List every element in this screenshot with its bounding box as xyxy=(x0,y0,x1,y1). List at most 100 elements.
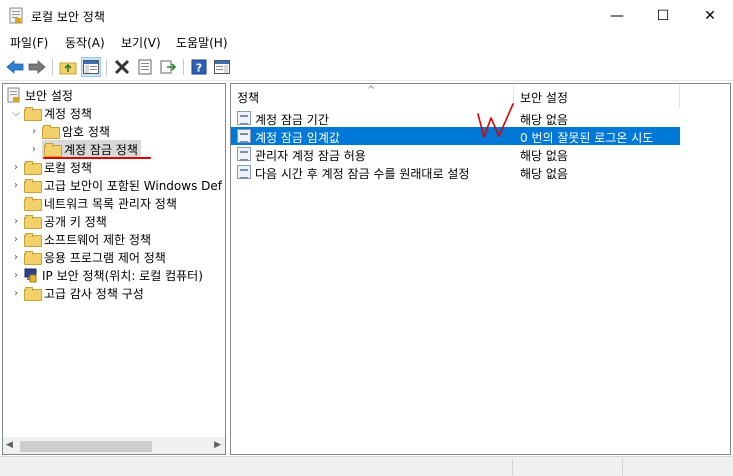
tree-item-label: 소프트웨어 제한 정책 xyxy=(44,232,151,247)
tree-item-software-restriction[interactable]: › 소프트웨어 제한 정책 xyxy=(11,230,151,248)
tree-item-public-key-policy[interactable]: › 공개 키 정책 xyxy=(11,212,107,230)
tree-item-label: 네트워크 목록 관리자 정책 xyxy=(44,196,177,211)
folder-icon xyxy=(24,233,42,247)
policy-setting-icon xyxy=(237,147,251,161)
folder-icon xyxy=(44,143,62,157)
tree-item-label: 공개 키 정책 xyxy=(44,214,107,229)
title-bar[interactable]: 로컬 보안 정책 — ☐ ✕ xyxy=(0,0,733,31)
security-settings-icon xyxy=(7,87,20,103)
sort-ascending-icon: ^ xyxy=(367,85,376,96)
menu-view[interactable]: 보기(V) xyxy=(121,34,161,51)
security-policy-app-icon xyxy=(9,7,23,24)
minimize-button[interactable]: — xyxy=(594,0,640,31)
folder-icon xyxy=(24,215,42,229)
list-row-admin-lockout[interactable]: 관리자 계정 잠금 허용 해당 없음 xyxy=(231,145,730,163)
folder-open-icon xyxy=(24,107,42,121)
back-arrow-icon[interactable] xyxy=(5,57,25,77)
chevron-down-icon[interactable]: ⌵ xyxy=(11,108,21,119)
chevron-right-icon[interactable]: › xyxy=(11,216,21,227)
scroll-left-arrow-icon[interactable]: ◀ xyxy=(6,440,13,450)
close-button[interactable]: ✕ xyxy=(687,0,733,31)
ip-security-computer-icon xyxy=(24,268,37,283)
tree-root-security-settings[interactable]: 보안 설정 xyxy=(7,86,73,104)
action-pane-icon[interactable] xyxy=(212,57,232,77)
chevron-right-icon[interactable]: › xyxy=(11,162,21,173)
policy-value: 해당 없음 xyxy=(520,149,568,163)
tree-root-label: 보안 설정 xyxy=(25,88,73,103)
help-icon[interactable]: ? xyxy=(189,57,209,77)
policy-setting-icon xyxy=(237,165,251,179)
properties-icon[interactable] xyxy=(135,57,155,77)
policy-name: 다음 시간 후 계정 잠금 수를 원래대로 설정 xyxy=(255,167,470,181)
chevron-right-icon[interactable]: › xyxy=(29,144,39,155)
menu-file[interactable]: 파일(F) xyxy=(10,34,48,51)
chevron-right-icon[interactable]: › xyxy=(11,180,21,191)
toolbar-separator xyxy=(183,59,184,75)
folder-icon xyxy=(24,179,42,193)
column-divider[interactable] xyxy=(679,84,680,108)
maximize-button[interactable]: ☐ xyxy=(640,0,686,31)
policy-value: 해당 없음 xyxy=(520,113,568,127)
list-row-lockout-threshold[interactable]: 계정 잠금 임계값 0 번의 잘못된 로그온 시도 xyxy=(231,127,680,145)
tree-item-account-lockout-policy[interactable]: › 계정 잠금 정책 xyxy=(29,140,141,158)
menu-action[interactable]: 동작(A) xyxy=(65,34,105,51)
chevron-right-icon[interactable]: › xyxy=(11,252,21,263)
chevron-right-icon[interactable]: › xyxy=(11,288,21,299)
menu-bar: 파일(F) 동작(A) 보기(V) 도움말(H) xyxy=(0,31,733,53)
tree-item-network-list-manager[interactable]: 네트워크 목록 관리자 정책 xyxy=(11,194,177,212)
status-bar xyxy=(0,456,733,476)
details-pane[interactable]: ^ 정책 보안 설정 계정 잠금 기간 해당 없음 계정 잠금 임계값 0 번의… xyxy=(230,83,731,455)
tree-item-account-policy[interactable]: ⌵ 계정 정책 xyxy=(11,104,92,122)
tree-item-label: 계정 정책 xyxy=(44,106,92,121)
svg-text:?: ? xyxy=(196,62,202,75)
up-folder-icon[interactable] xyxy=(58,57,78,77)
folder-icon xyxy=(24,161,42,175)
delete-x-icon[interactable] xyxy=(112,57,132,77)
tree-item-local-policy[interactable]: › 로컬 정책 xyxy=(11,158,92,176)
status-segment xyxy=(622,459,733,475)
tree-item-label: 암호 정책 xyxy=(62,124,110,139)
policy-setting-icon xyxy=(237,111,251,125)
chevron-right-icon[interactable]: › xyxy=(11,234,21,245)
tree-item-password-policy[interactable]: › 암호 정책 xyxy=(29,122,110,140)
menu-help[interactable]: 도움말(H) xyxy=(176,34,228,51)
forward-arrow-icon[interactable] xyxy=(27,57,47,77)
tree-item-label: 응용 프로그램 제어 정책 xyxy=(44,250,166,265)
policy-name: 계정 잠금 기간 xyxy=(255,113,329,127)
export-list-icon[interactable] xyxy=(158,57,178,77)
scroll-right-arrow-icon[interactable]: ▶ xyxy=(214,440,221,450)
policy-name: 관리자 계정 잠금 허용 xyxy=(255,149,366,163)
column-header-security-setting[interactable]: 보안 설정 xyxy=(520,89,568,106)
console-tree-pane[interactable]: 보안 설정 ⌵ 계정 정책 › 암호 정책 › 계정 잠금 정책 › 로컬 정책… xyxy=(2,83,226,455)
tree-item-label: 고급 보안이 포함된 Windows Def xyxy=(44,178,222,193)
tree-item-windows-defender-firewall[interactable]: › 고급 보안이 포함된 Windows Def xyxy=(11,176,222,194)
scrollbar-thumb[interactable] xyxy=(20,441,152,452)
folder-icon xyxy=(24,251,42,265)
folder-icon xyxy=(24,287,42,301)
list-row-reset-lockout-counter[interactable]: 다음 시간 후 계정 잠금 수를 원래대로 설정 해당 없음 xyxy=(231,163,730,181)
folder-icon xyxy=(42,125,60,139)
folder-icon xyxy=(24,197,42,211)
red-checkmark-annotation xyxy=(477,103,514,138)
horizontal-scrollbar[interactable]: ◀ ▶ xyxy=(3,437,225,454)
tree-item-application-control[interactable]: › 응용 프로그램 제어 정책 xyxy=(11,248,166,266)
toolbar-separator xyxy=(52,59,53,75)
window-title: 로컬 보안 정책 xyxy=(31,10,105,24)
toolbar: ? xyxy=(0,53,733,81)
status-segment xyxy=(512,459,622,475)
tree-item-label: 고급 감사 정책 구성 xyxy=(44,286,144,301)
policy-name: 계정 잠금 임계값 xyxy=(255,131,340,145)
chevron-right-icon[interactable]: › xyxy=(11,270,21,281)
tree-item-label: 로컬 정책 xyxy=(44,160,92,175)
policy-setting-icon xyxy=(237,129,251,143)
column-header-policy[interactable]: 정책 xyxy=(237,89,259,106)
chevron-right-icon[interactable]: › xyxy=(29,126,39,137)
policy-value: 해당 없음 xyxy=(520,167,568,181)
console-tree-icon[interactable] xyxy=(81,57,101,77)
toolbar-separator xyxy=(106,59,107,75)
tree-item-label: IP 보안 정책(위치: 로컬 컴퓨터) xyxy=(42,268,203,283)
tree-item-ip-security[interactable]: › IP 보안 정책(위치: 로컬 컴퓨터) xyxy=(11,266,203,284)
policy-value: 0 번의 잘못된 로그온 시도 xyxy=(520,131,654,145)
tree-item-advanced-audit[interactable]: › 고급 감사 정책 구성 xyxy=(11,284,144,302)
tree-item-label: 계정 잠금 정책 xyxy=(64,142,138,157)
